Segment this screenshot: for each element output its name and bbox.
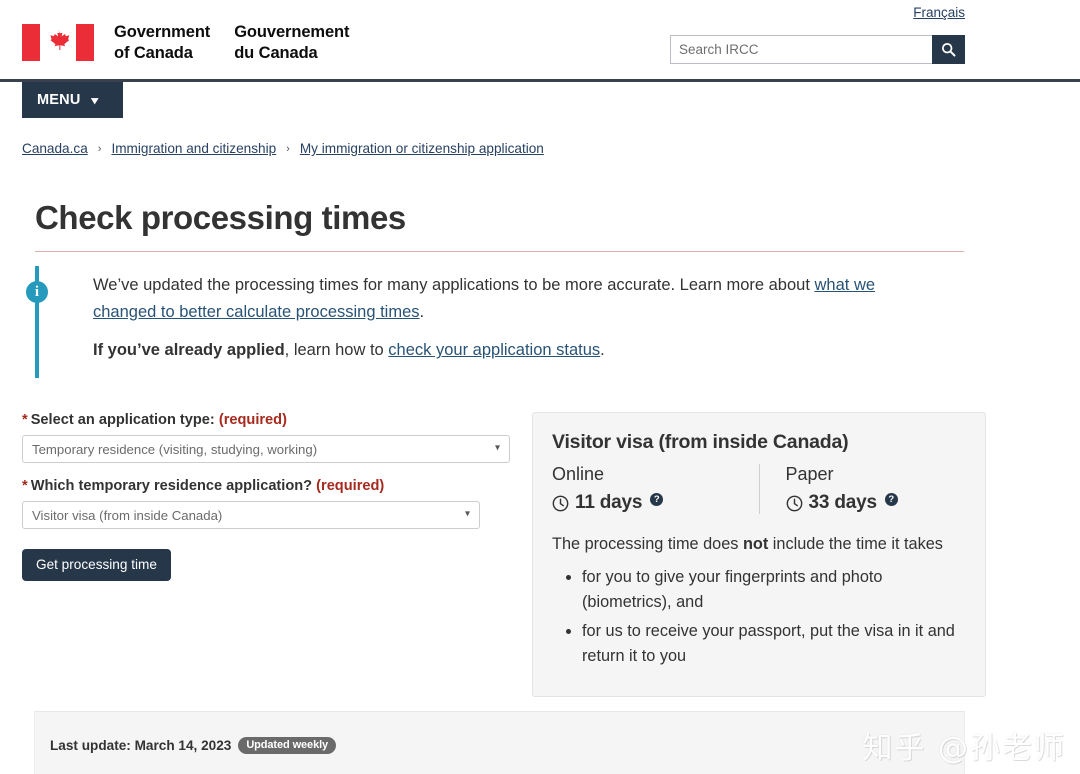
select-wrap-application-type: Temporary residence (visiting, studying,… [22,435,510,464]
result-title: Visitor visa (from inside Canada) [552,431,849,454]
processing-times-row: Online 11 days ? Paper 33 days ? [552,464,966,515]
alert-text-1: We’ve updated the processing times for m… [93,276,815,294]
last-update-text: Last update: March 14, 2023 Updated week… [50,737,337,754]
site-header: Government of Canada Gouvernement du Can… [0,0,1080,82]
select-wrap-temporary-residence: Visitor visa (from inside Canada) ▾ [22,501,480,530]
search-button[interactable] [932,35,965,64]
select-application-type[interactable]: Temporary residence (visiting, studying,… [22,435,510,464]
alert-link-check-status[interactable]: check your application status [388,341,600,359]
alert-text-1-end: . [419,302,425,321]
alert-bold-already-applied: If you’ve already applied [93,341,285,360]
last-update-band: Last update: March 14, 2023 Updated week… [34,711,965,774]
breadcrumb-separator-icon: › [286,142,290,155]
main-menu-bar: MENU ▾ [0,82,1080,120]
info-circle-icon: i [26,281,48,303]
main-content: Canada.ca › Immigration and citizenship … [0,120,1080,697]
required-star: * [22,478,28,495]
breadcrumb-item-canada-ca[interactable]: Canada.ca [22,141,88,156]
result-column: Visitor visa (from inside Canada) Online… [532,412,986,697]
page-title: Check processing times [35,199,406,236]
government-of-canada-brand[interactable]: Government of Canada Gouvernement du Can… [22,22,350,64]
result-note-bold: not [742,535,769,554]
alert-text-2: , learn how to [284,341,389,360]
field-label-application-type: * Select an application type: (required) [22,412,510,428]
info-alert: i We’ve updated the processing times for… [26,266,1058,379]
breadcrumb-separator-icon: › [97,142,102,155]
list-item: for you to give your fingerprints and ph… [582,565,965,616]
breadcrumb-item-immigration-and-citizenship[interactable]: Immigration and citizenship [111,141,276,156]
required-text: (required) [218,412,287,429]
breadcrumb: Canada.ca › Immigration and citizenship … [22,120,1058,156]
processing-time-paper-days: 33 days [808,492,878,514]
clock-icon [786,495,802,512]
processing-time-online-label: Online [552,464,605,485]
help-circle-icon[interactable]: ? [650,493,664,507]
field-application-type: * Select an application type: (required) … [22,412,510,464]
alert-text-2-end: . [600,341,605,360]
required-text: (required) [316,478,385,495]
last-update-label: Last update: March 14, 2023 [50,738,232,753]
result-exclusions-list: for you to give your fingerprints and ph… [552,565,965,670]
brand-text-english: Government of Canada [114,23,211,63]
body-columns: * Select an application type: (required) … [22,412,1058,697]
field-label-text: Which temporary residence application? [30,478,313,495]
result-note: The processing time does not include the… [552,532,965,556]
alert-paragraph-updated-times: We’ve updated the processing times for m… [93,272,933,325]
processing-time-online: Online 11 days ? [552,464,759,514]
clock-icon [552,495,569,512]
search-input[interactable] [670,35,932,64]
result-note-pre: The processing time does [552,535,743,554]
menu-button-label: MENU [37,92,81,108]
field-label-temporary-residence: * Which temporary residence application? … [22,478,510,494]
menu-button[interactable]: MENU ▾ [22,82,123,118]
brand-text-french: Gouvernement du Canada [234,23,350,63]
help-circle-icon[interactable]: ? [884,493,898,507]
required-star: * [22,412,28,429]
search-area [670,35,965,64]
title-divider [35,251,964,252]
alert-paragraph-already-applied: If you’ve already applied, learn how to … [93,337,933,364]
processing-time-paper-label: Paper [785,464,834,485]
processing-time-paper: Paper 33 days ? [758,464,966,515]
chevron-down-icon: ▾ [90,94,98,107]
field-temporary-residence-application: * Which temporary residence application? … [22,478,510,530]
breadcrumb-item-my-application[interactable]: My immigration or citizenship applicatio… [300,141,544,156]
processing-time-form: * Select an application type: (required) … [22,412,510,696]
select-temporary-residence-application[interactable]: Visitor visa (from inside Canada) [22,501,480,530]
get-processing-time-button[interactable]: Get processing time [22,549,171,582]
processing-time-paper-value-row: 33 days ? [786,492,956,514]
list-item: for us to receive your passport, put the… [582,619,965,670]
processing-time-online-days: 11 days [575,492,643,514]
search-icon [941,42,956,57]
result-note-post: include the time it takes [768,535,943,554]
processing-time-online-value-row: 11 days ? [552,492,749,514]
status-badge: Updated weekly [238,737,337,754]
canada-flag-icon [22,24,94,61]
processing-time-result-panel: Visitor visa (from inside Canada) Online… [532,412,986,697]
language-toggle-link[interactable]: Français [913,5,965,20]
field-label-text: Select an application type: [30,412,215,429]
